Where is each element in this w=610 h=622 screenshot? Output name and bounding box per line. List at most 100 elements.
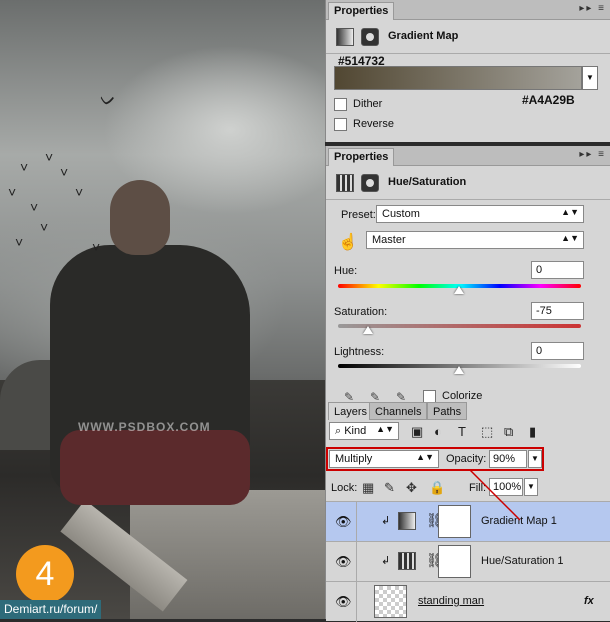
tab-properties[interactable]: Properties [328, 2, 395, 20]
hue-input[interactable]: 0 [531, 261, 584, 279]
photo-canvas: ᨆ ˅ ˅ ˅ ˅ ˅ ˅ ˅ ˅ ˅ WWW.PSDBOX.COM 4 Dem… [0, 0, 325, 619]
gradient-preview[interactable] [334, 66, 582, 90]
bird-icon: ˅ [20, 159, 29, 175]
targeted-adjustment-hand-icon[interactable]: ☝ [338, 232, 358, 252]
adjustment-title: Gradient Map [388, 30, 459, 42]
reverse-option[interactable]: Reverse [334, 116, 394, 132]
man-pants [60, 430, 250, 505]
channel-select[interactable]: Master ▲▼ [366, 231, 584, 249]
chevron-updown-icon: ▲▼ [561, 207, 579, 217]
layer-row[interactable]: 👁 ↲ ⛓ Hue/Saturation 1 [326, 541, 610, 582]
reverse-checkbox[interactable] [334, 117, 347, 131]
type-filter-icon[interactable]: T [458, 424, 466, 439]
filter-toggle-icon[interactable]: ▮ [529, 424, 536, 440]
tab-paths[interactable]: Paths [427, 402, 468, 420]
clip-arrow-icon: ↲ [381, 555, 391, 567]
pixel-filter-icon[interactable]: ▣ [411, 424, 423, 440]
lock-pixels-icon[interactable]: ✎ [384, 480, 395, 496]
layer-mask-thumbnail[interactable] [438, 505, 471, 538]
bird-icon: ˅ [60, 164, 69, 180]
kind-filter-select[interactable]: ⌕ Kind ▲▼ [329, 422, 399, 440]
chevron-updown-icon: ▲▼ [376, 424, 394, 434]
bird-icon: ˅ [15, 234, 24, 250]
bird-icon: ˅ [30, 199, 39, 215]
layer-thumbnail[interactable] [374, 585, 407, 618]
smartobject-filter-icon[interactable]: ⧉ [504, 424, 513, 440]
lightness-input[interactable]: 0 [531, 342, 584, 360]
search-icon: ⌕ [335, 425, 345, 437]
hue-slider-handle[interactable] [454, 286, 464, 294]
bird-icon: ᨆ [100, 89, 117, 109]
layer-name[interactable]: Hue/Saturation 1 [481, 555, 564, 567]
lock-transparent-icon[interactable]: ▦ [362, 480, 374, 496]
bird-icon: ˅ [40, 219, 49, 235]
fill-label: Fill: [469, 482, 487, 494]
colorize-label: Colorize [442, 390, 483, 402]
colorize-checkbox[interactable] [423, 389, 436, 403]
adjustment-filter-icon[interactable]: ◐ [434, 424, 442, 439]
fill-input[interactable]: 100% [489, 478, 523, 496]
layer-row[interactable]: 👁 ↲ ⛓ Gradient Map 1 [326, 501, 610, 542]
eye-icon[interactable]: 👁 [335, 554, 352, 570]
gradient-map-icon [336, 28, 354, 46]
lightness-slider-handle[interactable] [454, 366, 464, 374]
eye-icon[interactable]: 👁 [335, 594, 352, 610]
hue-saturation-properties-panel: Properties ▸▸ ≡ Hue/Saturation Preset: C… [325, 146, 610, 404]
panel-menu-icon[interactable]: ▸▸ ≡ [579, 149, 606, 160]
clip-arrow-icon: ↲ [381, 515, 391, 527]
bird-icon: ˅ [75, 184, 84, 200]
mask-icon[interactable] [361, 174, 379, 192]
fx-icon[interactable]: fx [584, 595, 594, 607]
divider [356, 542, 357, 582]
dither-checkbox[interactable] [334, 97, 347, 111]
kind-value: Kind [344, 425, 367, 437]
panel-tab-bar: Properties ▸▸ ≡ [326, 146, 610, 166]
lightness-label: Lightness: [334, 346, 385, 358]
saturation-input[interactable]: -75 [531, 302, 584, 320]
dither-label: Dither [353, 98, 383, 110]
saturation-slider-handle[interactable] [363, 326, 373, 334]
highlight-box [326, 447, 544, 471]
chevron-down-icon[interactable]: ▼ [582, 66, 598, 90]
site-link[interactable]: Demiart.ru/forum/ [0, 600, 102, 619]
layer-mask-thumbnail[interactable] [438, 545, 471, 578]
layer-name[interactable]: standing man [418, 595, 484, 607]
eye-icon[interactable]: 👁 [335, 514, 352, 530]
panel-menu-icon[interactable]: ▸▸ ≡ [579, 3, 606, 14]
layer-row[interactable]: 👁 standing man fx [326, 581, 610, 622]
divider [356, 582, 357, 622]
adjustment-title: Hue/Saturation [388, 176, 467, 188]
lock-label: Lock: [331, 482, 358, 494]
gradient-map-properties-panel: Properties ▸▸ ≡ Gradient Map #514732 ▼ #… [325, 0, 610, 142]
preset-select[interactable]: Custom ▲▼ [376, 205, 584, 223]
lock-all-icon[interactable]: 🔒 [429, 480, 445, 496]
tab-layers[interactable]: Layers [328, 402, 374, 420]
man-head [110, 180, 170, 255]
mask-icon[interactable] [361, 28, 379, 46]
bird-icon: ˅ [45, 149, 54, 165]
preset-value: Custom [382, 208, 420, 220]
panel-tab-bar: Properties ▸▸ ≡ [326, 0, 610, 20]
tab-properties[interactable]: Properties [328, 148, 395, 166]
lock-position-icon[interactable]: ✥ [406, 480, 417, 496]
layer-name[interactable]: Gradient Map 1 [481, 515, 557, 527]
dither-option[interactable]: Dither [334, 96, 382, 112]
adjustment-header: Hue/Saturation [326, 166, 610, 200]
gradient-right-color: #A4A29B [522, 93, 575, 107]
hue-saturation-icon [336, 174, 354, 192]
gradient-map-icon [398, 512, 416, 530]
hue-label: Hue: [334, 265, 358, 277]
bird-icon: ˅ [8, 184, 17, 200]
layers-panel: Layers Channels Paths ⌕ Kind ▲▼ ▣ ◐ T ⬚ … [325, 402, 610, 622]
saturation-label: Saturation: [334, 306, 388, 318]
tab-channels[interactable]: Channels [369, 402, 428, 420]
shape-filter-icon[interactable]: ⬚ [481, 424, 493, 440]
bird-icon: ˅ [92, 239, 101, 255]
divider [356, 502, 357, 542]
chevron-down-icon[interactable]: ▼ [524, 478, 538, 496]
watermark: WWW.PSDBOX.COM [78, 420, 211, 434]
hue-saturation-icon [398, 552, 416, 570]
saturation-slider-track[interactable] [338, 324, 581, 328]
step-badge: 4 [16, 545, 74, 603]
reverse-label: Reverse [353, 118, 394, 130]
